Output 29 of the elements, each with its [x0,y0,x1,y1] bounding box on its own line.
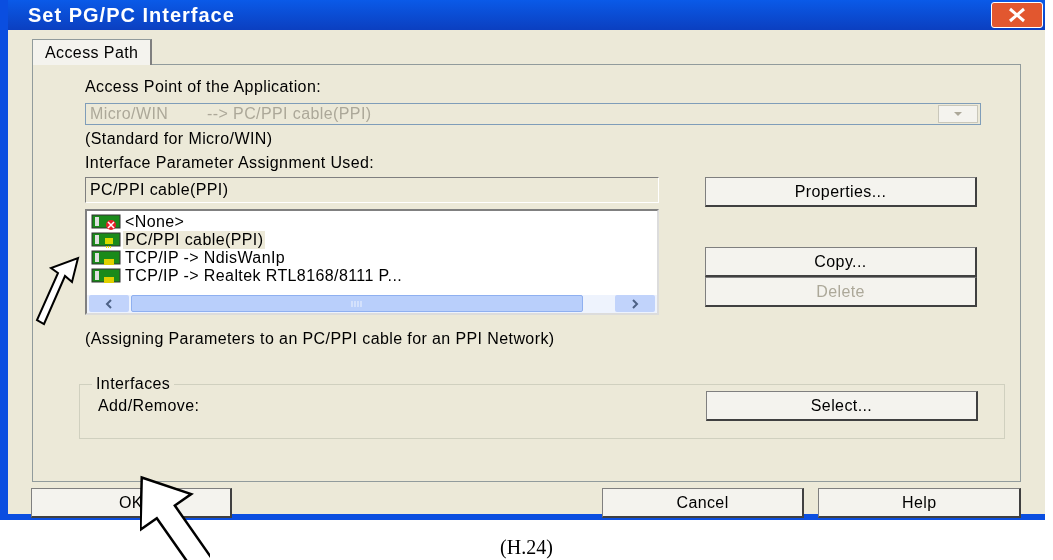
interface-board-icon [91,213,121,231]
scroll-left-icon[interactable] [89,295,129,312]
list-item[interactable]: PC/PPI cable(PPI) [123,231,266,249]
list-item[interactable]: TCP/IP -> NdisWanIp [123,249,288,267]
list-item[interactable]: <None> [123,213,187,231]
field-label: Access Point of the Application: [85,77,323,97]
scroll-right-icon[interactable] [615,295,655,312]
dialog-button[interactable]: Properties... [705,177,977,207]
close-button[interactable] [991,2,1043,28]
field-label: Add/Remove: [98,396,200,416]
list-item[interactable]: TCP/IP -> Realtek RTL8168/8111 P... [123,267,405,285]
interface-board-icon [91,231,121,249]
interface-board-icon [91,267,121,285]
field-label: Interface Parameter Assignment Used: [85,153,376,173]
interface-board-icon [91,249,121,267]
horizontal-scrollbar[interactable] [87,295,657,313]
group-title: Interfaces [95,377,172,391]
note-text: (Standard for Micro/WIN) [85,129,274,149]
close-icon [1006,7,1028,23]
tab[interactable]: Access Path [32,39,153,65]
caption-text: (H.24) [499,535,554,560]
dialog-button[interactable]: Select... [706,391,978,421]
dialog-button[interactable]: Cancel [601,488,805,518]
dialog-button[interactable]: Help [818,488,1021,518]
dialog-button[interactable]: Copy... [705,247,977,277]
pointer-arrow [34,256,80,326]
scroll-thumb[interactable] [131,295,583,312]
window-title: Set PG/PC Interface [28,3,235,28]
description-text: (Assigning Parameters to an PC/PPI cable for an PPI Network) [85,331,556,347]
